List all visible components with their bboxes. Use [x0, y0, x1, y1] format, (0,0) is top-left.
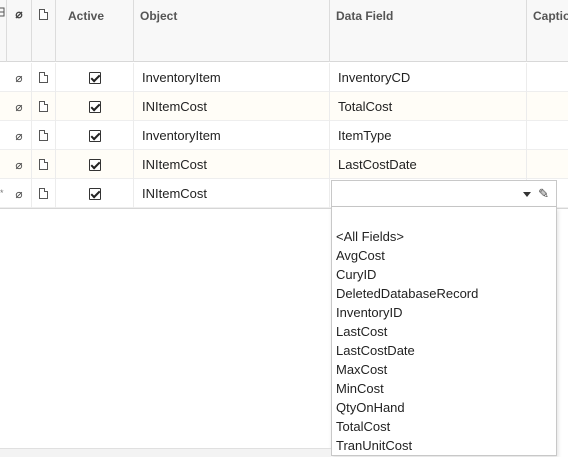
table-row[interactable]: ⌀ INItemCost TotalCost	[0, 92, 568, 121]
dropdown-option[interactable]: QtyOnHand	[332, 398, 556, 417]
active-checkbox[interactable]	[56, 150, 134, 179]
dropdown-option[interactable]: MaxCost	[332, 360, 556, 379]
dropdown-option[interactable]: LastCostDate	[332, 341, 556, 360]
active-checkbox[interactable]	[56, 92, 134, 121]
data-field-select[interactable]: ✎	[331, 180, 557, 207]
data-grid: ⌀ Active Object Data Field Caption ⌀ Inv…	[0, 0, 568, 209]
caption-cell[interactable]	[527, 150, 568, 179]
grid-icon[interactable]	[0, 0, 7, 62]
note-icon[interactable]	[32, 0, 56, 62]
dropdown-option[interactable]: TotalCost	[332, 417, 556, 436]
dropdown-option[interactable]: AvgCost	[332, 246, 556, 265]
paperclip-icon[interactable]: ⌀	[7, 92, 32, 121]
column-header-caption[interactable]: Caption	[527, 0, 568, 62]
note-icon[interactable]	[32, 179, 56, 208]
dropdown-option[interactable]: LastCost	[332, 322, 556, 341]
data-field-cell[interactable]: InventoryCD	[330, 63, 527, 92]
table-row[interactable]: ⌀ INItemCost LastCostDate	[0, 150, 568, 179]
pencil-icon[interactable]: ✎	[538, 186, 549, 202]
data-field-cell[interactable]: LastCostDate	[330, 150, 527, 179]
active-checkbox[interactable]	[56, 179, 134, 208]
note-icon[interactable]	[32, 121, 56, 150]
note-icon[interactable]	[32, 63, 56, 92]
active-checkbox[interactable]	[56, 63, 134, 92]
note-icon[interactable]	[32, 150, 56, 179]
dropdown-option[interactable]: <All Fields>	[332, 227, 556, 246]
dropdown-option[interactable]: MinCost	[332, 379, 556, 398]
dropdown-option[interactable]: InventoryID	[332, 303, 556, 322]
object-cell[interactable]: INItemCost	[134, 150, 330, 179]
table-row[interactable]: ⌀ InventoryItem ItemType	[0, 121, 568, 150]
object-cell[interactable]: INItemCost	[134, 179, 330, 208]
paperclip-icon[interactable]: ⌀	[7, 0, 32, 62]
new-row-marker: *	[0, 188, 4, 198]
dropdown-option[interactable]: TranUnitCost	[332, 436, 556, 455]
object-cell[interactable]: InventoryItem	[134, 63, 330, 92]
table-row[interactable]: ⌀ InventoryItem InventoryCD	[0, 63, 568, 92]
chevron-down-icon[interactable]	[523, 192, 531, 197]
grid-header: ⌀ Active Object Data Field Caption	[0, 0, 568, 62]
caption-cell[interactable]	[527, 92, 568, 121]
note-icon[interactable]	[32, 92, 56, 121]
paperclip-icon[interactable]: ⌀	[7, 179, 32, 208]
object-cell[interactable]: InventoryItem	[134, 121, 330, 150]
caption-cell[interactable]	[527, 63, 568, 92]
column-header-data-field[interactable]: Data Field	[330, 0, 527, 62]
data-field-cell[interactable]: ItemType	[330, 121, 527, 150]
active-checkbox[interactable]	[56, 121, 134, 150]
dropdown-option[interactable]: DeletedDatabaseRecord	[332, 284, 556, 303]
caption-cell[interactable]	[527, 121, 568, 150]
column-header-object[interactable]: Object	[134, 0, 330, 62]
data-field-cell[interactable]: TotalCost	[330, 92, 527, 121]
column-header-active[interactable]: Active	[56, 0, 134, 62]
paperclip-icon[interactable]: ⌀	[7, 63, 32, 92]
object-cell[interactable]: INItemCost	[134, 92, 330, 121]
data-field-dropdown: <All Fields> AvgCost CuryID DeletedDatab…	[331, 207, 557, 456]
paperclip-icon[interactable]: ⌀	[7, 121, 32, 150]
paperclip-icon[interactable]: ⌀	[7, 150, 32, 179]
dropdown-option[interactable]: CuryID	[332, 265, 556, 284]
